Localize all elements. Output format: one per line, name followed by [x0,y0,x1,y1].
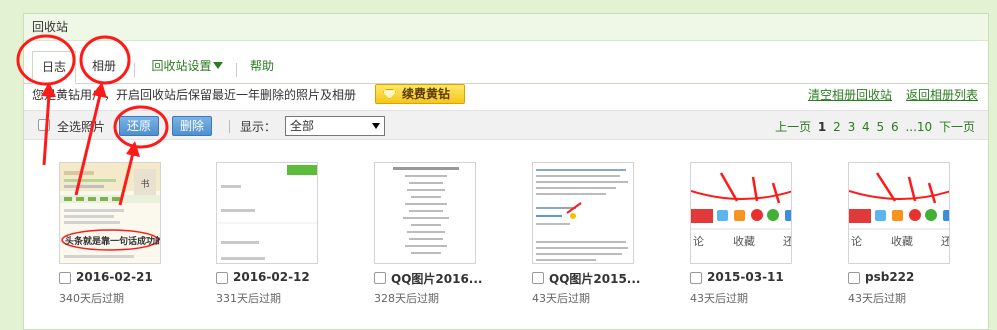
photo-expire: 340天后过期 [59,292,124,305]
tab-blog[interactable]: 日志 [32,51,76,84]
photo-thumbnail[interactable]: 论 收藏 还 [848,162,950,264]
photo-expire: 43天后过期 [532,292,590,305]
page-link[interactable]: 2 [833,120,841,134]
thumbnail-caption: 头条就是靠一句话成功的 [65,237,161,247]
thumb-strip-text: 还 [941,233,949,249]
renew-label: 续费黄钻 [402,87,451,101]
thumb-strip-text: 论 [693,235,704,248]
back-to-albums-link[interactable]: 返回相册列表 [906,84,978,106]
photo-thumbnail[interactable] [216,162,318,264]
photo-checkbox[interactable] [848,272,860,284]
page-last-link[interactable]: ...10 [905,120,932,134]
panel-title: 回收站 [24,14,988,41]
photo-checkbox[interactable] [59,272,71,284]
photo-expire: 331天后过期 [216,292,281,305]
photo-expire: 43天后过期 [848,292,906,305]
photo-name: 2016-02-21 [76,270,153,284]
toolbar: 全选照片 还原 删除 显示： 全部 上一页 1 2 3 4 5 6 ...10 … [24,110,988,140]
next-page-link[interactable]: 下一页 [939,120,975,134]
tab-album[interactable]: 相册 [90,51,118,84]
renew-yellow-diamond-button[interactable]: 续费黄钻 [375,84,465,104]
tab-recycle-settings[interactable]: 回收站设置 [150,51,224,84]
notice-bar: 您是黄钻用户，开启回收站后保留最近一年删除的照片及相册 续费黄钻 清空相册回收站… [32,84,982,106]
photo-name: QQ图片2015... [549,272,641,286]
photo-name: QQ图片2016... [391,272,483,286]
photo-checkbox[interactable] [690,272,702,284]
dropdown-arrow-icon [372,123,380,129]
toolbar-divider [229,120,230,133]
diamond-icon [383,89,396,99]
page-link[interactable]: 5 [877,120,885,134]
notice-text: 您是黄钻用户，开启回收站后保留最近一年删除的照片及相册 [32,88,357,102]
tab-settings-label: 回收站设置 [151,59,212,73]
select-all-label: 全选照片 [57,120,106,134]
tab-help[interactable]: 帮助 [250,51,274,84]
photo-thumbnail[interactable]: 书 头条就是靠一句话成功的 [59,162,161,264]
tab-bar: 日志 相册 回收站设置 帮助 [24,47,988,84]
delete-button[interactable]: 删除 [172,116,213,136]
caret-down-icon [212,62,223,69]
photo-thumbnail[interactable] [532,162,634,264]
photo-expire: 328天后过期 [374,292,439,305]
page-link[interactable]: 4 [862,120,870,134]
photo-name: psb222 [865,270,915,284]
show-filter-value: 全部 [290,119,315,133]
select-all-checkbox[interactable] [38,119,50,131]
photo-checkbox[interactable] [532,272,544,284]
photo-thumbnail[interactable] [374,162,476,264]
restore-button[interactable]: 还原 [119,116,160,136]
clear-recycle-link[interactable]: 清空相册回收站 [808,84,892,106]
tab-divider [134,63,135,77]
photo-expire: 43天后过期 [690,292,748,305]
tab-divider [236,63,237,77]
thumb-strip-text: 论 [851,235,862,248]
photo-name: 2015-03-11 [707,270,784,284]
photo-checkbox[interactable] [216,272,228,284]
photo-checkbox[interactable] [374,272,386,284]
photo-grid: 书 头条就是靠一句话成功的 2016-02-21 340天后过期 2016-02… [24,150,988,320]
show-label: 显示： [240,120,277,134]
svg-text:书: 书 [140,179,149,190]
page-link[interactable]: 3 [848,120,856,134]
photo-name: 2016-02-12 [233,270,310,284]
recycle-bin-panel: 回收站 日志 相册 回收站设置 帮助 您是黄钻用户，开启回收站后保留最近一年删除… [23,13,989,330]
thumb-strip-text: 收藏 [733,235,755,248]
page-current: 1 [817,120,827,134]
page-link[interactable]: 6 [891,120,899,134]
show-filter-select[interactable]: 全部 [285,116,385,136]
prev-page-link[interactable]: 上一页 [775,120,811,134]
thumb-strip-text: 收藏 [891,235,913,248]
photo-thumbnail[interactable]: 论 收藏 还 [690,162,792,264]
thumb-strip-text: 还 [783,233,791,249]
pagination: 上一页 1 2 3 4 5 6 ...10 下一页 [772,118,975,135]
